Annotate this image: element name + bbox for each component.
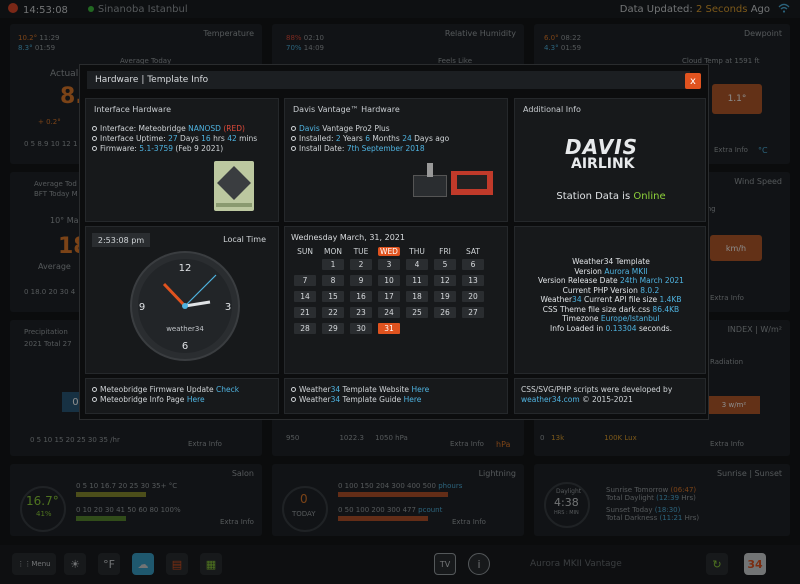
timezone: Timezone Europe/Istanbul (562, 314, 660, 323)
interface-uptime-line: Interface Uptime: 27 Days 16 hrs 42 mins (92, 134, 257, 143)
modal-title: Hardware | Template Info (87, 71, 690, 89)
template-version: Version Aurora MKII (574, 266, 648, 276)
weekday-header: MON (324, 247, 342, 256)
weekday-header: TUE (353, 247, 369, 256)
calendar-day-today[interactable]: 31 (378, 322, 400, 334)
additional-info-panel: Additional Info DAVIS AIRLINK Station Da… (514, 98, 706, 222)
api-file-size: Weather34 Current API file size 1.4KB (540, 295, 682, 304)
davis-installed-line: Installed: 2 Years 6 Months 24 Days ago (291, 134, 449, 143)
calendar-day[interactable]: 21 (294, 306, 316, 318)
calendar-day[interactable]: 23 (350, 306, 372, 318)
template-info-panel: Weather34 Template Version Aurora MKII V… (514, 226, 706, 374)
calendar-day[interactable]: 14 (294, 290, 316, 302)
weekday-header: THU (409, 247, 425, 256)
template-guide-link[interactable]: Here (404, 395, 422, 404)
hardware-info-modal: Hardware | Template Info x Interface Har… (79, 64, 709, 420)
calendar-day[interactable]: 29 (322, 322, 344, 334)
weather34-link[interactable]: weather34.com (521, 395, 580, 404)
template-links-panel: Weather34 Template Website Here Weather3… (284, 378, 508, 414)
meteobridge-links-panel: Meteobridge Firmware Update Check Meteob… (85, 378, 279, 414)
davis-install-date-line: Install Date: 7th September 2018 (291, 144, 425, 153)
calendar-day[interactable]: 20 (462, 290, 484, 302)
svg-text:weather34: weather34 (166, 325, 204, 333)
template-name: Weather34 Template (572, 257, 650, 266)
station-status: Station Data is Online (556, 191, 666, 202)
calendar-grid: SUN MON TUE WED THU FRI SAT 1 2 3 4 5 6 7 8 9 10 11 12 13 1… (291, 247, 487, 336)
calendar-day[interactable]: 22 (322, 306, 344, 318)
interface-model-line: Interface: Meteobridge NANOSD (RED) (92, 124, 245, 133)
davis-hardware-panel: Davis Vantage™ Hardware Davis Vantage Pr… (284, 98, 508, 222)
calendar-day[interactable]: 27 (462, 306, 484, 318)
analog-clock: 12 3 6 9 weather34 (130, 251, 240, 361)
calendar-day[interactable]: 18 (406, 290, 428, 302)
local-time-panel: 2:53:08 pm Local Time 12 3 6 9 weather34 (85, 226, 279, 374)
calendar-day[interactable]: 30 (350, 322, 372, 334)
svg-text:9: 9 (139, 302, 145, 313)
svg-text:3: 3 (225, 302, 231, 313)
calendar-day[interactable]: 11 (406, 274, 428, 286)
load-time: Info Loaded in 0.13304 seconds. (549, 323, 672, 333)
calendar-day[interactable]: 9 (350, 274, 372, 286)
release-date: Version Release Date 24th March 2021 (538, 276, 684, 285)
calendar-day[interactable]: 4 (406, 258, 428, 270)
calendar-day[interactable]: 19 (434, 290, 456, 302)
firmware-line: Firmware: 5.1-3759 (Feb 9 2021) (92, 144, 223, 153)
close-button[interactable]: x (685, 73, 701, 89)
calendar-title: Wednesday March, 31, 2021 (291, 233, 405, 242)
calendar-day[interactable]: 16 (350, 290, 372, 302)
credits-panel: CSS/SVG/PHP scripts were developed by we… (514, 378, 706, 414)
calendar-day[interactable]: 12 (434, 274, 456, 286)
calendar-day[interactable]: 3 (378, 258, 400, 270)
calendar-day[interactable]: 13 (462, 274, 484, 286)
calendar-day[interactable]: 15 (322, 290, 344, 302)
digital-clock: 2:53:08 pm (92, 233, 150, 247)
calendar-day[interactable]: 17 (378, 290, 400, 302)
php-version: Current PHP Version 8.0.2 (562, 285, 660, 295)
weekday-header: SAT (465, 247, 481, 256)
calendar-day[interactable]: 24 (378, 306, 400, 318)
svg-text:12: 12 (179, 263, 192, 274)
davis-airlink-logo: DAVIS AIRLINK (565, 135, 639, 172)
davis-model-line: Davis Vantage Pro2 Plus (291, 124, 390, 133)
local-time-label: Local Time (223, 235, 266, 244)
weekday-header: FRI (439, 247, 451, 256)
calendar-day[interactable]: 8 (322, 274, 344, 286)
calendar-panel: Wednesday March, 31, 2021 SUN MON TUE WED TH… (284, 226, 508, 374)
template-website-link[interactable]: Here (411, 385, 429, 394)
calendar-day[interactable]: 1 (322, 258, 344, 270)
calendar-day[interactable]: 5 (434, 258, 456, 270)
interface-hardware-panel: Interface Hardware Interface: Meteobridg… (85, 98, 279, 222)
firmware-check-link[interactable]: Check (216, 385, 239, 394)
css-file-size: CSS Theme file size dark.css 86.4KB (542, 304, 680, 314)
calendar-day[interactable]: 6 (462, 258, 484, 270)
svg-text:6: 6 (182, 341, 188, 352)
weekday-header: WED (378, 247, 400, 256)
calendar-day[interactable]: 28 (294, 322, 316, 334)
calendar-day[interactable]: 26 (434, 306, 456, 318)
calendar-day[interactable]: 7 (294, 274, 316, 286)
meteobridge-info-link[interactable]: Here (187, 395, 205, 404)
calendar-day[interactable]: 25 (406, 306, 428, 318)
calendar-day[interactable]: 2 (350, 258, 372, 270)
calendar-day[interactable]: 10 (378, 274, 400, 286)
weekday-header: SUN (297, 247, 313, 256)
meteobridge-device-image (214, 161, 254, 211)
davis-console-image (413, 161, 497, 203)
